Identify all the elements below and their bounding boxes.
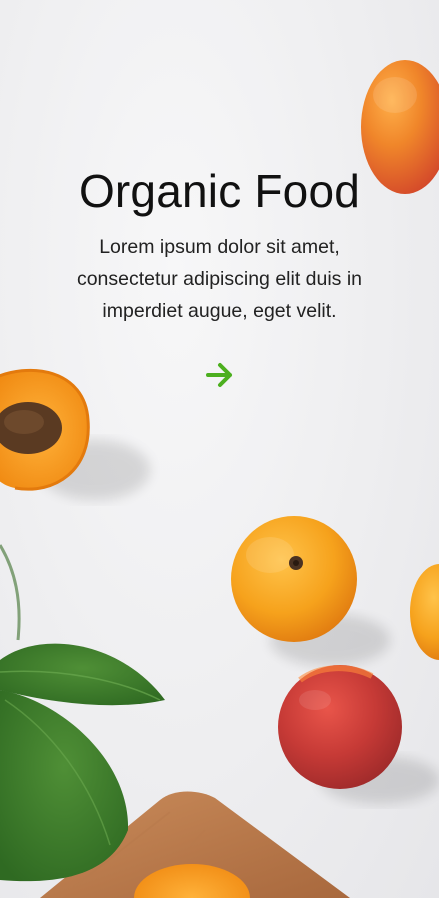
page-description: Lorem ipsum dolor sit amet, consectetur … <box>76 236 363 322</box>
onboarding-screen: Organic Food Lorem ipsum dolor sit amet,… <box>0 0 439 898</box>
background-photo <box>0 60 439 898</box>
next-button[interactable] <box>201 356 239 394</box>
apricot-center <box>231 516 357 642</box>
peach-bottom-right <box>278 665 402 789</box>
apricot-right-edge <box>410 564 439 660</box>
page-title: Organic Food <box>78 165 361 217</box>
arrow-right-icon <box>206 363 232 387</box>
